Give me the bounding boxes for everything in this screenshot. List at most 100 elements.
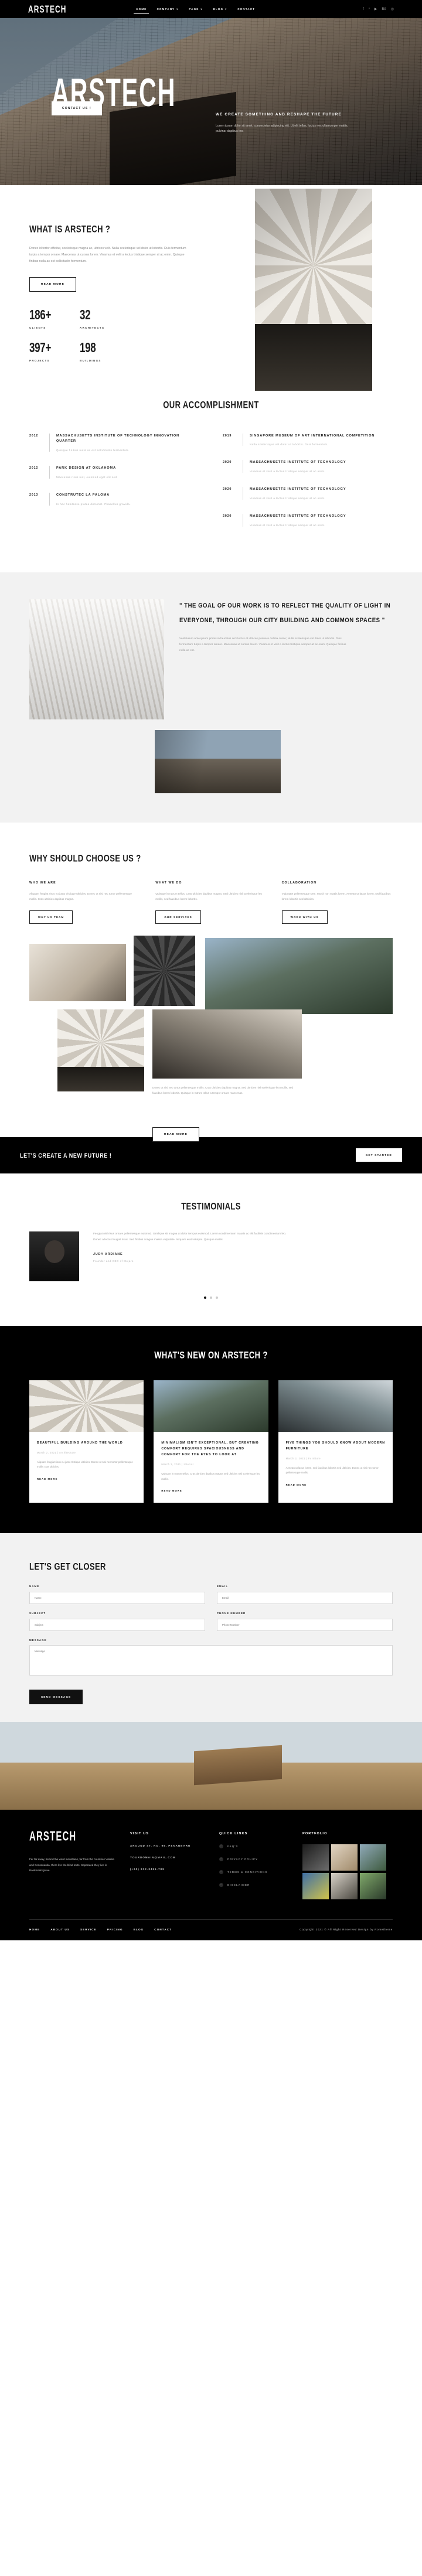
footer-visit-item[interactable]: (+62) 812-3456-789 xyxy=(130,1868,206,1871)
message-field[interactable] xyxy=(29,1644,393,1676)
accomplishment-desc: Vivamus et velit a lectus tristique semp… xyxy=(250,470,326,473)
facebook-icon[interactable]: f xyxy=(363,8,364,11)
why-column-text: Quisque in rutrum tellus. Cras ultricies… xyxy=(155,892,262,900)
footer-quick-label: PRIVACY POLICY xyxy=(227,1857,258,1861)
cta-get-started-button[interactable]: GET STARTED xyxy=(355,1148,402,1162)
footer-quick-heading: QUICK LINKS xyxy=(219,1831,248,1835)
stat-item: 32 ARCHITECTS xyxy=(80,307,130,329)
portfolio-thumb[interactable] xyxy=(302,1844,329,1871)
behance-icon[interactable]: Bē xyxy=(382,8,386,11)
footer-nav-home[interactable]: HOME xyxy=(29,1928,40,1931)
news-card[interactable]: FIVE THINGS YOU SHOULD KNOW ABOUT MODERN… xyxy=(278,1380,393,1503)
accomplishment-desc: In hac habitasse platea dictumst. Phasel… xyxy=(56,502,131,506)
footer-nav-contact[interactable]: CONTACT xyxy=(154,1928,172,1931)
nav-item-blog[interactable]: BLOG ▼ xyxy=(213,8,227,11)
news-card-title: FIVE THINGS YOU SHOULD KNOW ABOUT MODERN… xyxy=(285,1441,385,1451)
twitter-icon[interactable]: ᵛ xyxy=(369,8,370,11)
news-card-read-more[interactable]: READ MORE xyxy=(37,1478,136,1480)
nav-item-contact[interactable]: CONTACT xyxy=(237,8,255,11)
chevron-right-icon: › xyxy=(219,1869,223,1874)
why-column-button[interactable]: WHY US TEAM xyxy=(29,910,73,924)
carousel-dot[interactable] xyxy=(210,1296,212,1299)
subject-field[interactable] xyxy=(29,1618,205,1631)
main-nav: HOME COMPANY ▼ PAGE ▼ BLOG ▼ CONTACT xyxy=(134,8,255,14)
footer-visit-item[interactable]: YOURDOMAIN@MAIL.COM xyxy=(130,1856,206,1859)
news-card-meta: March 2, 2021 | Architecture xyxy=(37,1451,76,1455)
news-card-read-more[interactable]: READ MORE xyxy=(161,1489,260,1492)
email-field[interactable] xyxy=(217,1591,393,1604)
accomplishment-year: 2020 xyxy=(223,514,232,518)
send-message-button[interactable]: SEND MESSAGE xyxy=(29,1689,83,1704)
field-label: NAME xyxy=(29,1584,40,1588)
accomplishment-column-right: 2019 SINGAPORE MUSEUM OF ART INTERNATIONA… xyxy=(223,433,393,541)
about-read-more-button[interactable]: READ MORE xyxy=(29,277,77,292)
footer-portfolio-grid xyxy=(302,1844,390,1899)
footer-nav-service[interactable]: SERVICE xyxy=(80,1928,97,1931)
why-column-button[interactable]: WORK WITH US xyxy=(281,910,328,924)
news-card[interactable]: MINIMALISM ISN'T EXCEPTIONAL, BUT CREATI… xyxy=(154,1380,268,1503)
field-label: PHONE NUMBER xyxy=(217,1611,246,1615)
quote-section: " THE GOAL OF OUR WORK IS TO REFLECT THE… xyxy=(0,572,422,823)
dribbble-icon[interactable]: ◎ xyxy=(391,7,394,11)
accomplishment-year: 2020 xyxy=(223,460,232,465)
logo[interactable]: ARSTECH xyxy=(28,3,67,15)
why-column-text: Vulputate pellentesque sem. Morbi non ma… xyxy=(281,892,391,900)
quote-interior-image xyxy=(29,599,164,719)
about-paragraph: Donec id tortor efficitur, scelerisque m… xyxy=(29,247,186,263)
accomplishment-title: MASSACHUSETTS INSTITUTE OF TECHNOLOGY IN… xyxy=(56,434,180,443)
carousel-dot[interactable] xyxy=(204,1296,206,1299)
news-card-text: Quisque in rutrum tellus. Cras ultricies… xyxy=(161,1472,260,1480)
why-column-button[interactable]: OUR SERVICES xyxy=(155,910,201,924)
footer-nav: HOME ABOUT US SERVICE PRICING BLOG CONTACT xyxy=(29,1928,172,1931)
news-card[interactable]: BEAUTIFUL BUILDING AROUND THE WORLD March… xyxy=(29,1380,144,1503)
portfolio-thumb[interactable] xyxy=(360,1872,386,1899)
footer-quick-item[interactable]: › PRIVACY POLICY xyxy=(219,1857,290,1861)
footer-logo[interactable]: ARSTECH xyxy=(29,1830,76,1844)
stat-label: ARCHITECTS xyxy=(80,326,105,329)
nav-item-company[interactable]: COMPANY ▼ xyxy=(156,8,179,11)
accomplishment-desc: Vivamus et velit a lectus tristique semp… xyxy=(250,523,326,527)
accomplishment-desc: Vivamus et velit a lectus tristique semp… xyxy=(250,496,326,500)
portfolio-thumb[interactable] xyxy=(360,1844,386,1871)
portfolio-thumb[interactable] xyxy=(331,1844,358,1871)
cta-banner: LET'S CREATE A NEW FUTURE ! GET STARTED xyxy=(0,1137,422,1173)
field-label: EMAIL xyxy=(217,1584,229,1588)
quote-text: " THE GOAL OF OUR WORK IS TO REFLECT THE… xyxy=(179,602,391,624)
stat-item: 186+ CLIENTS xyxy=(29,307,80,329)
footer-quick-label: DISCLAIMER xyxy=(227,1883,250,1886)
testimonials-heading: TESTIMONIALS xyxy=(181,1200,241,1212)
phone-field[interactable] xyxy=(217,1618,393,1631)
portfolio-thumb[interactable] xyxy=(302,1872,329,1899)
stat-label: PROJECTS xyxy=(29,359,50,362)
quote-paragraph: Vestibulum ante ipsum primis in faucibus… xyxy=(179,637,346,652)
testimonial-dots[interactable] xyxy=(29,1296,393,1299)
footer-quick-item[interactable]: › TERMS & CONDITIONS xyxy=(219,1869,290,1874)
footer-quick-item[interactable]: › DISCLAIMER xyxy=(219,1882,290,1887)
carousel-dot[interactable] xyxy=(216,1296,218,1299)
why-column: WHAT WE DO Quisque in rutrum tellus. Cras… xyxy=(155,881,266,924)
stat-item: 198 BUILDINGS xyxy=(80,340,130,362)
accomplishment-item: 2020 MASSACHUSETTS INSTITUTE OF TECHNOLOG… xyxy=(223,513,393,527)
footer-quick-item[interactable]: › FAQ'S xyxy=(219,1844,290,1848)
nav-item-page[interactable]: PAGE ▼ xyxy=(189,8,203,11)
footer-nav-pricing[interactable]: PRICING xyxy=(107,1928,123,1931)
footer-brand-col: ARSTECH Far far away, behind the word mo… xyxy=(29,1830,117,1899)
stat-number: 186+ xyxy=(29,307,52,322)
news-card-title: MINIMALISM ISN'T EXCEPTIONAL, BUT CREATI… xyxy=(161,1441,259,1457)
footer-nav-about-us[interactable]: ABOUT US xyxy=(50,1928,70,1931)
gallery-image-modern-house xyxy=(205,937,393,1014)
portfolio-thumb[interactable] xyxy=(331,1872,358,1899)
gallery-image-living-room xyxy=(29,943,126,1001)
footer-visit-col: VISIT US AROUND ST. NO. 99, PEKANBARU YOU… xyxy=(130,1832,206,1899)
footer-nav-blog[interactable]: BLOG xyxy=(134,1928,144,1931)
testimonial-quote: Feugiat nisl risus ornare pellentesque e… xyxy=(93,1232,287,1242)
footer-about-text: Far far away, behind the word mountains,… xyxy=(29,1857,114,1872)
youtube-icon[interactable]: ▶ xyxy=(375,7,377,11)
news-card-read-more[interactable]: READ MORE xyxy=(286,1483,385,1486)
name-field[interactable] xyxy=(29,1591,205,1604)
hero-contact-button[interactable]: CONTACT US ! xyxy=(52,101,102,115)
quote-secondary-image xyxy=(155,729,281,793)
gallery-read-more-button[interactable]: READ MORE xyxy=(152,1127,200,1142)
footer-visit-item[interactable]: AROUND ST. NO. 99, PEKANBARU xyxy=(130,1844,206,1847)
nav-item-home[interactable]: HOME xyxy=(134,8,149,14)
